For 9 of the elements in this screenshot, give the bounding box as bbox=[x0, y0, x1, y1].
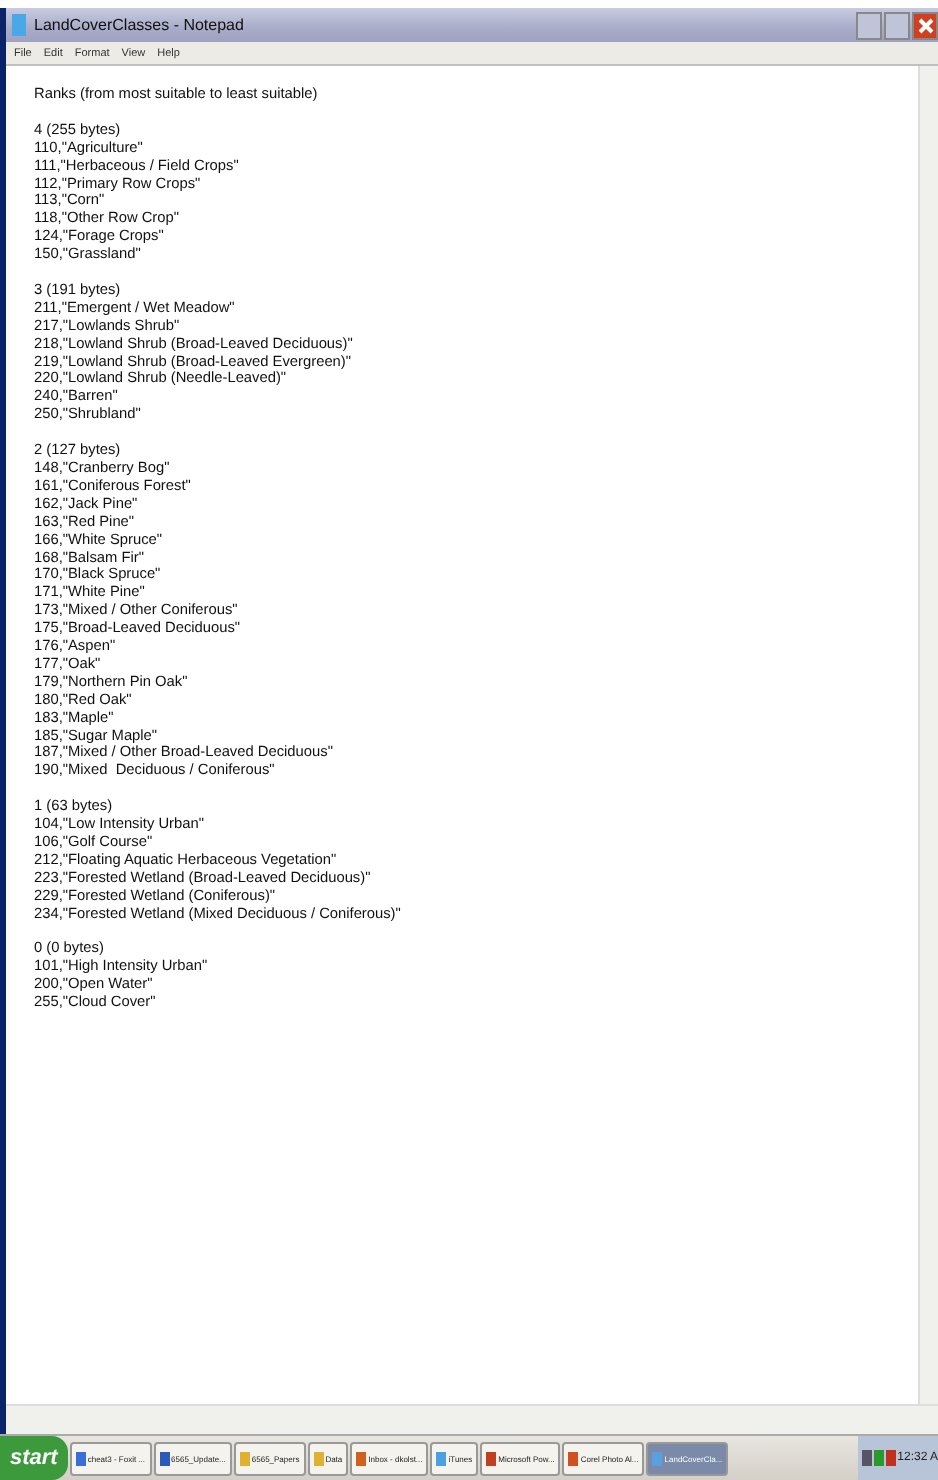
maximize-button[interactable] bbox=[884, 11, 910, 39]
close-button[interactable] bbox=[912, 11, 938, 39]
minimize-button[interactable] bbox=[856, 11, 882, 39]
start-button[interactable]: start bbox=[0, 1436, 68, 1480]
horizontal-scrollbar[interactable] bbox=[6, 1404, 938, 1434]
close-icon bbox=[917, 17, 933, 33]
vertical-scrollbar[interactable] bbox=[918, 66, 938, 1404]
notepad-icon bbox=[12, 14, 26, 36]
window-title: LandCoverClasses - Notepad bbox=[34, 16, 244, 34]
